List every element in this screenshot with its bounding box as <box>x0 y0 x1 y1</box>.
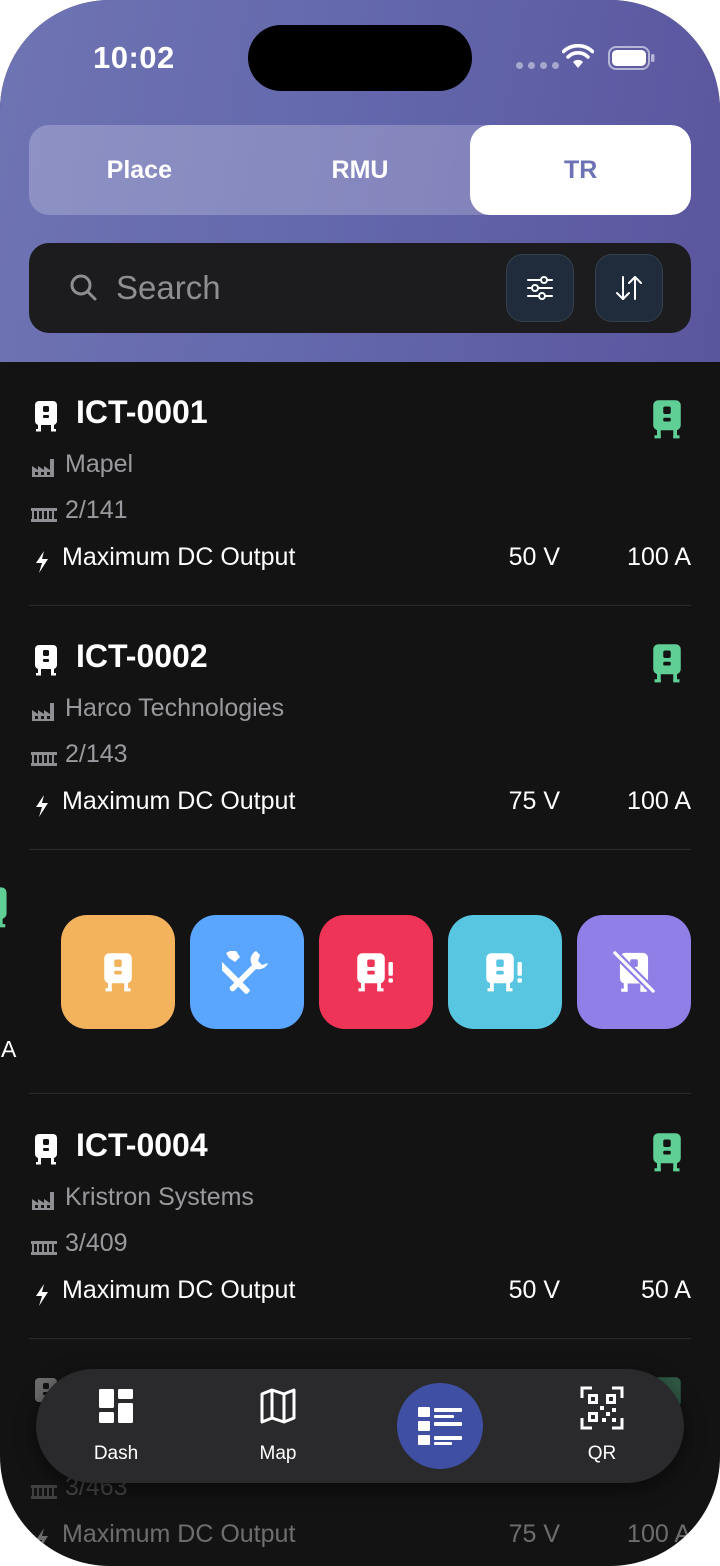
divider <box>29 1093 691 1094</box>
battery-icon <box>608 46 655 70</box>
rack-icon <box>31 508 57 522</box>
header: 10:02 Place RMU TR Search <box>0 0 720 362</box>
action-alarm-button[interactable] <box>319 915 433 1029</box>
tools-icon <box>222 951 268 994</box>
list-icon <box>418 1407 462 1445</box>
dc-voltage: 50 V <box>508 543 560 571</box>
phone-screen: 10:02 Place RMU TR Search ICT-0001 Mapel… <box>0 0 720 1566</box>
dc-current: 100 A <box>627 543 691 571</box>
segment-place[interactable]: Place <box>29 125 250 215</box>
transformer-icon <box>35 401 57 432</box>
signal-icon <box>516 62 559 69</box>
map-icon <box>260 1388 296 1424</box>
dc-voltage: 75 V <box>508 787 560 815</box>
transformer-status-icon <box>0 887 7 928</box>
dynamic-island <box>248 25 472 91</box>
factory-icon <box>32 459 54 477</box>
bolt-icon <box>36 1284 48 1306</box>
transformer-icon <box>35 1134 57 1165</box>
transformer-status-icon <box>653 1133 681 1172</box>
dashboard-icon <box>99 1389 133 1423</box>
item-manufacturer: Kristron Systems <box>65 1183 254 1211</box>
item-location: 3/409 <box>65 1229 128 1257</box>
item-location: 2/141 <box>65 496 128 524</box>
status-time: 10:02 <box>93 40 175 75</box>
bolt-icon <box>36 551 48 573</box>
item-title: ICT-0002 <box>76 638 208 674</box>
list-item[interactable]: ICT-0001 Mapel 2/141 Maximum DC Output 5… <box>0 362 720 606</box>
transformer-status-icon <box>653 400 681 439</box>
segment-tr[interactable]: TR <box>470 125 691 215</box>
transformer-warning-icon <box>486 953 522 992</box>
item-title: ICT-0004 <box>76 1127 208 1163</box>
dc-output-label: Maximum DC Output <box>62 1520 296 1548</box>
transformer-alert-icon <box>357 953 393 992</box>
segment-control: Place RMU TR <box>29 125 691 215</box>
transformer-icon <box>104 953 132 992</box>
transformer-status-icon <box>653 644 681 683</box>
item-manufacturer: Harco Technologies <box>65 694 285 722</box>
search-input[interactable]: Search <box>116 269 221 307</box>
peek-text: A <box>1 1036 17 1062</box>
tab-map-label: Map <box>259 1443 297 1464</box>
dc-output-label: Maximum DC Output <box>62 1276 296 1304</box>
item-manufacturer: Mapel <box>65 450 134 478</box>
item-title: ICT-0001 <box>76 394 208 430</box>
dc-output-label: Maximum DC Output <box>62 543 296 571</box>
factory-icon <box>32 703 54 721</box>
wifi-icon <box>562 44 594 68</box>
item-location: 2/143 <box>65 740 128 768</box>
tab-dash-label: Dash <box>93 1443 139 1464</box>
sliders-icon <box>527 276 553 300</box>
segment-rmu[interactable]: RMU <box>250 125 471 215</box>
transformer-disabled-icon <box>612 950 656 994</box>
dc-voltage: 75 V <box>508 1520 560 1548</box>
filter-button[interactable] <box>506 254 574 322</box>
action-warning-button[interactable] <box>448 915 562 1029</box>
tab-list[interactable] <box>397 1383 483 1469</box>
tab-qr[interactable]: QR <box>542 1369 662 1483</box>
action-normal-button[interactable] <box>61 915 175 1029</box>
tab-qr-label: QR <box>587 1443 617 1464</box>
rack-icon <box>31 1485 57 1499</box>
dc-output-label: Maximum DC Output <box>62 787 296 815</box>
qr-icon <box>580 1386 624 1430</box>
rack-icon <box>31 1241 57 1255</box>
dc-current: 100 A <box>627 1520 691 1548</box>
transformer-icon <box>35 645 57 676</box>
tab-dash[interactable]: Dash <box>56 1369 176 1483</box>
sort-arrows-icon <box>616 276 642 300</box>
swiped-list-item[interactable]: A <box>0 850 720 1094</box>
factory-icon <box>32 1192 54 1210</box>
action-maintenance-button[interactable] <box>190 915 304 1029</box>
dc-current: 100 A <box>627 787 691 815</box>
bolt-icon <box>36 795 48 817</box>
dc-current: 50 A <box>640 1276 691 1304</box>
tab-bar: Dash Map QR <box>36 1369 684 1483</box>
list-item[interactable]: ICT-0002 Harco Technologies 2/143 Maximu… <box>0 606 720 850</box>
rack-icon <box>31 752 57 766</box>
bolt-icon <box>36 1528 48 1550</box>
dc-voltage: 50 V <box>508 1276 560 1304</box>
list-item[interactable]: ICT-0004 Kristron Systems 3/409 Maximum … <box>0 1095 720 1339</box>
search-icon <box>70 274 97 301</box>
sort-button[interactable] <box>595 254 663 322</box>
action-disable-button[interactable] <box>577 915 691 1029</box>
search-bar[interactable]: Search <box>29 243 691 333</box>
tab-map[interactable]: Map <box>218 1369 338 1483</box>
